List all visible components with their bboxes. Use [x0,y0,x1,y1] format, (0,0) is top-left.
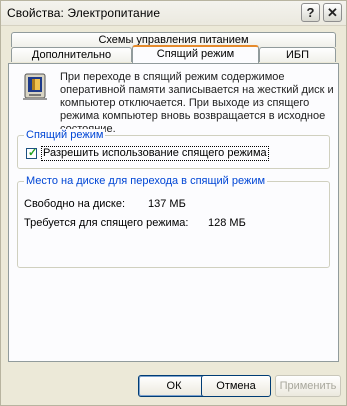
enable-hibernate-label[interactable]: Разрешить использование спящего режима [41,146,269,161]
free-space-label: Свободно на диске: [24,198,126,210]
enable-hibernate-checkbox[interactable]: ✓ [26,147,38,159]
ok-button[interactable]: ОК [138,375,210,397]
apply-button[interactable]: Применить [275,375,341,397]
hibernate-description: При переходе в спящий режим содержимое о… [60,71,334,135]
required-space-value: 128 МБ [208,217,246,229]
window-title: Свойства: Электропитание [7,6,161,20]
title-bar: Свойства: Электропитание ? ✕ [1,1,346,26]
tab-hibernate[interactable]: Спящий режим [132,45,259,63]
required-space-label: Требуется для спящего режима: [24,217,189,229]
tab-advanced[interactable]: Дополнительно [11,47,132,62]
disk-space-group: Место на диске для перехода в спящий реж… [17,175,330,268]
free-space-value: 137 МБ [148,198,186,210]
tab-panel-hibernate: При переходе в спящий режим содержимое о… [8,63,339,362]
checkmark-icon: ✓ [28,147,38,159]
dialog-window: Свойства: Электропитание ? ✕ Схемы управ… [0,0,347,406]
help-button[interactable]: ? [301,3,320,22]
close-button[interactable]: ✕ [323,3,342,22]
tab-ups[interactable]: ИБП [259,47,336,62]
hibernate-group-title: Спящий режим [24,129,106,141]
hibernate-group: Спящий режим ✓ Разрешить использование с… [17,129,330,169]
cancel-button[interactable]: Отмена [201,375,271,397]
disk-space-group-title: Место на диске для перехода в спящий реж… [24,175,268,187]
computer-icon [22,73,48,101]
